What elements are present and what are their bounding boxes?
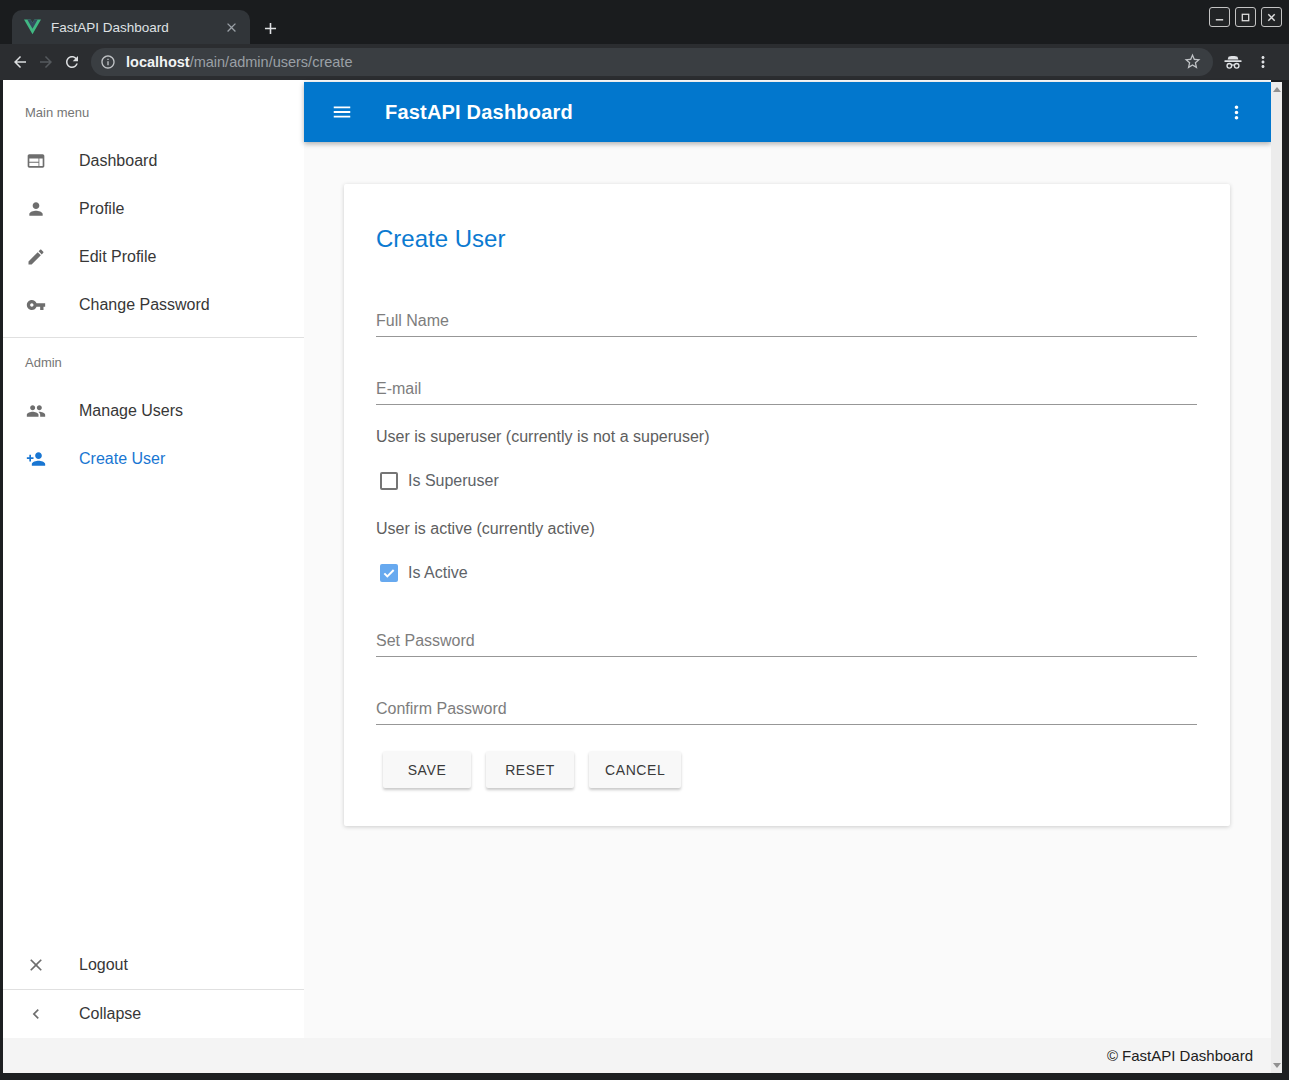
superuser-checkbox[interactable] <box>380 472 398 490</box>
sidebar-item-create-user[interactable]: Create User <box>3 435 304 483</box>
confirm-password-field[interactable]: Confirm Password <box>376 700 1197 717</box>
sidebar-section-admin: Admin <box>25 354 304 372</box>
vue-logo-icon <box>24 19 41 35</box>
superuser-note: User is superuser (currently is not a su… <box>376 428 1197 446</box>
sidebar-divider <box>3 337 304 338</box>
hamburger-menu-icon[interactable] <box>330 100 354 124</box>
tab-close-icon[interactable] <box>222 18 240 36</box>
active-note: User is active (currently active) <box>376 520 1197 538</box>
full-name-underline <box>376 336 1197 337</box>
set-password-field[interactable]: Set Password <box>376 632 1197 649</box>
window-minimize-button[interactable] <box>1209 7 1230 27</box>
close-icon <box>26 955 46 975</box>
url-text[interactable]: localhost/main/admin/users/create <box>126 54 1183 70</box>
chevron-left-icon <box>26 1004 46 1024</box>
tab-title: FastAPI Dashboard <box>51 20 222 35</box>
cancel-button[interactable]: CANCEL <box>589 751 681 788</box>
browser-titlebar: FastAPI Dashboard <box>0 0 1289 44</box>
email-field[interactable]: E-mail <box>376 380 1197 397</box>
sidebar-section-main-menu: Main menu <box>25 104 304 122</box>
web-icon <box>26 151 46 171</box>
sidebar-item-edit-profile[interactable]: Edit Profile <box>3 233 304 281</box>
create-user-card: Create User Full Name E-mail User is sup… <box>344 184 1230 826</box>
sidebar-item-profile[interactable]: Profile <box>3 185 304 233</box>
key-icon <box>26 295 46 315</box>
page-scrollbar[interactable] <box>1271 82 1282 1073</box>
window-close-button[interactable] <box>1261 7 1282 27</box>
person-icon <box>26 199 46 219</box>
appbar-more-icon[interactable] <box>1224 100 1248 124</box>
bookmark-star-icon[interactable] <box>1183 52 1203 72</box>
person-add-icon <box>26 449 46 469</box>
incognito-icon <box>1221 50 1245 74</box>
confirm-password-underline <box>376 724 1197 725</box>
content: Create User Full Name E-mail User is sup… <box>304 142 1271 1038</box>
browser-menu-icon[interactable] <box>1252 51 1274 73</box>
sidebar-item-manage-users[interactable]: Manage Users <box>3 387 304 435</box>
browser-toolbar: localhost/main/admin/users/create <box>0 44 1289 80</box>
forward-icon[interactable] <box>35 51 57 73</box>
active-checkbox-row[interactable]: Is Active <box>376 564 1197 582</box>
sidebar-item-change-password[interactable]: Change Password <box>3 281 304 329</box>
save-button[interactable]: SAVE <box>383 751 471 788</box>
pencil-icon <box>26 247 46 267</box>
footer: © FastAPI Dashboard <box>3 1038 1271 1073</box>
new-tab-button[interactable] <box>258 16 282 40</box>
scrollbar-down-arrow[interactable] <box>1273 1063 1281 1068</box>
scrollbar-up-arrow[interactable] <box>1273 87 1281 92</box>
footer-text: © FastAPI Dashboard <box>1107 1047 1253 1064</box>
window-controls <box>1209 7 1282 27</box>
window-maximize-button[interactable] <box>1235 7 1256 27</box>
appbar-title: FastAPI Dashboard <box>385 101 573 124</box>
main-area: FastAPI Dashboard Create User Full Name … <box>304 80 1271 1038</box>
email-underline <box>376 404 1197 405</box>
sidebar-item-dashboard[interactable]: Dashboard <box>3 137 304 185</box>
sidebar-item-logout[interactable]: Logout <box>3 941 304 989</box>
superuser-checkbox-row[interactable]: Is Superuser <box>376 472 1197 490</box>
reset-button[interactable]: RESET <box>486 751 574 788</box>
page-info-icon[interactable] <box>100 54 117 71</box>
reload-icon[interactable] <box>61 51 83 73</box>
set-password-underline <box>376 656 1197 657</box>
people-icon <box>26 401 46 421</box>
sidebar-item-collapse[interactable]: Collapse <box>3 990 304 1038</box>
back-icon[interactable] <box>9 51 31 73</box>
appbar: FastAPI Dashboard <box>304 82 1271 142</box>
address-bar[interactable]: localhost/main/admin/users/create <box>91 48 1213 76</box>
browser-tab[interactable]: FastAPI Dashboard <box>12 10 250 44</box>
full-name-field[interactable]: Full Name <box>376 312 1197 329</box>
active-checkbox[interactable] <box>380 564 398 582</box>
page-title: Create User <box>376 184 1197 254</box>
sidebar: Main menu Dashboard Profile Edit Profile… <box>3 80 304 1038</box>
